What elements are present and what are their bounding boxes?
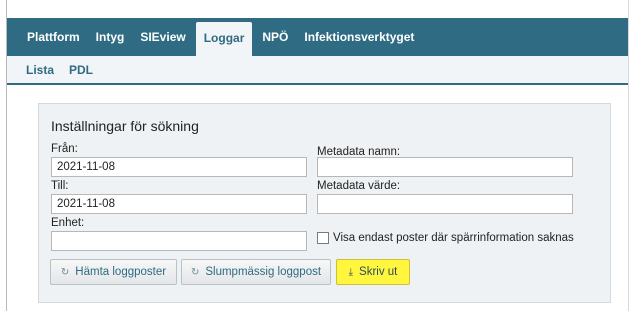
search-settings-panel: Inställningar för sökning Från: Till: En… <box>38 103 611 303</box>
metadata-namn-input[interactable] <box>317 157 573 177</box>
metadata-varde-input[interactable] <box>317 194 573 214</box>
fran-date-input[interactable] <box>51 157 307 177</box>
window-right-border <box>628 0 629 311</box>
subnav-item-lista[interactable]: Lista <box>26 63 54 77</box>
download-icon: ⤓ <box>348 266 354 278</box>
tab-npo[interactable]: NPÖ <box>254 22 296 52</box>
refresh-icon: ↻ <box>190 266 200 278</box>
enhet-input[interactable] <box>51 231 307 251</box>
tab-loggar[interactable]: Loggar <box>195 22 253 56</box>
tab-intyg[interactable]: Intyg <box>88 22 133 52</box>
sparrinformation-checkbox-label: Visa endast poster där spärrinformation … <box>333 232 574 244</box>
tab-infektionsverktyget[interactable]: Infektionsverktyget <box>296 22 422 52</box>
refresh-icon: ↻ <box>60 266 70 278</box>
till-date-input[interactable] <box>51 194 307 214</box>
tab-plattform[interactable]: Plattform <box>7 22 88 52</box>
sub-navigation: Lista PDL <box>7 56 628 85</box>
slumpmassig-loggpost-button[interactable]: ↻ Slumpmässig loggpost <box>181 259 331 285</box>
tab-sieview[interactable]: SIEview <box>132 22 193 52</box>
fran-label: Från: <box>51 143 78 155</box>
metadata-varde-label: Metadata värde: <box>317 180 401 192</box>
slumpmassig-loggpost-label: Slumpmässig loggpost <box>205 266 322 278</box>
subnav-item-pdl[interactable]: PDL <box>69 63 93 77</box>
till-label: Till: <box>51 180 69 192</box>
enhet-label: Enhet: <box>51 217 85 229</box>
hamta-loggposter-button[interactable]: ↻ Hämta loggposter <box>50 259 177 285</box>
panel-title: Inställningar för sökning <box>51 118 199 134</box>
sparrinformation-checkbox[interactable] <box>317 232 329 244</box>
top-navigation: Plattform Intyg SIEview Loggar NPÖ Infek… <box>7 18 628 56</box>
skriv-ut-label: Skriv ut <box>359 266 398 278</box>
hamta-loggposter-label: Hämta loggposter <box>75 266 167 278</box>
skriv-ut-button[interactable]: ⤓ Skriv ut <box>336 259 410 285</box>
